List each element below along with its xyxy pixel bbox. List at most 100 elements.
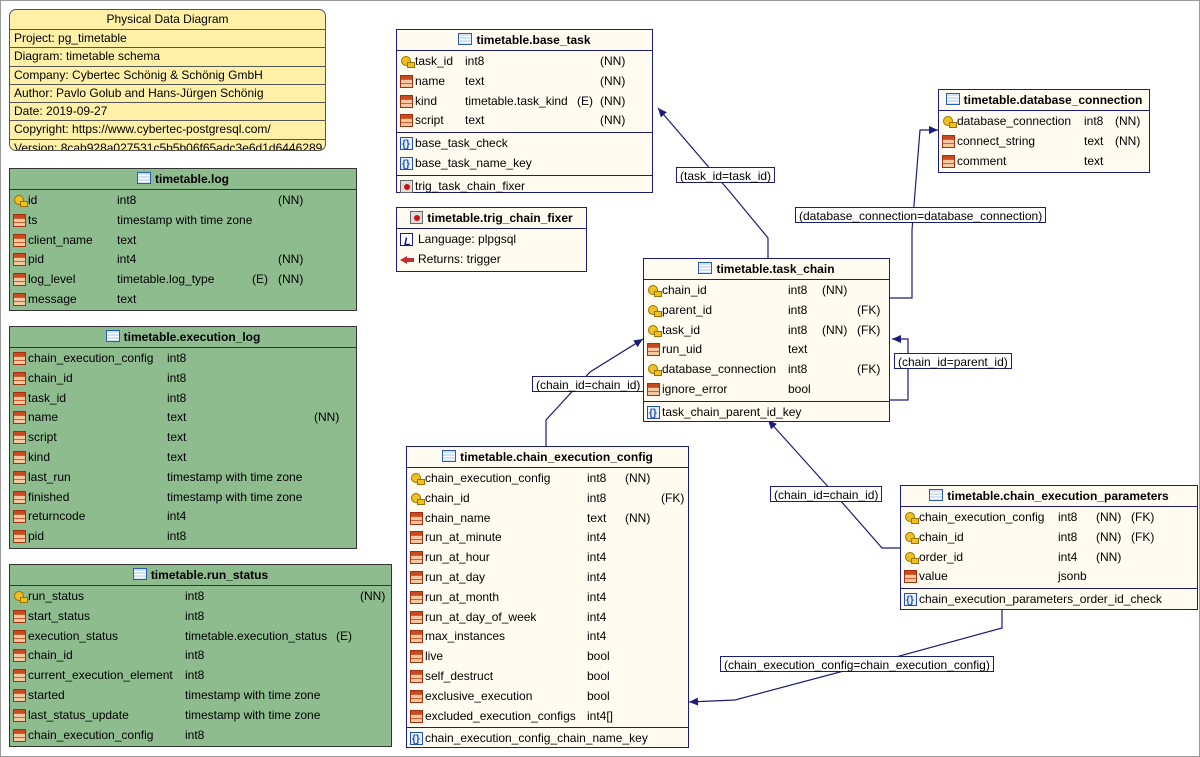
column-row[interactable]: log_level timetable.log_type (E) (NN)	[10, 270, 356, 290]
function-trig-chain-fixer[interactable]: timetable.trig_chain_fixer Language: plp…	[396, 207, 587, 272]
index-row[interactable]: chain_execution_config_chain_name_key	[407, 729, 688, 750]
column-type: text	[788, 342, 808, 357]
column-name: live	[425, 649, 444, 664]
column-icon	[410, 511, 423, 525]
index-row[interactable]: chain_execution_parameters_order_id_chec…	[901, 590, 1197, 611]
column-row[interactable]: chain_id int8 (NN)	[644, 281, 889, 301]
column-row[interactable]: run_uid text	[644, 340, 889, 360]
column-not-null-flag: (NN)	[600, 113, 626, 128]
column-row[interactable]: run_at_hour int4	[407, 548, 688, 568]
column-row[interactable]: name text (NN)	[10, 408, 356, 428]
rel-label-chain-id-config: (chain_id=chain_id)	[532, 376, 645, 392]
column-row[interactable]: message text	[10, 290, 356, 310]
column-row[interactable]: ts timestamp with time zone	[10, 211, 356, 231]
table-chain-execution-config[interactable]: timetable.chain_execution_config chain_ex…	[406, 446, 689, 750]
column-row[interactable]: script text (NN)	[397, 111, 652, 131]
column-row[interactable]: parent_id int8 (FK)	[644, 301, 889, 321]
key-icon	[13, 590, 28, 604]
column-name: comment	[957, 153, 1007, 168]
column-row[interactable]: chain_execution_config int8	[10, 726, 391, 746]
column-row[interactable]: current_execution_element int8	[10, 666, 391, 686]
column-row[interactable]: execution_status timetable.execution_stat…	[10, 627, 391, 647]
column-type: int4[]	[587, 708, 614, 723]
column-row[interactable]: order_id int4 (NN)	[901, 548, 1197, 568]
column-foreign-key-flag: (FK)	[1131, 529, 1155, 544]
index-row[interactable]: base_task_name_key	[397, 154, 652, 175]
column-row[interactable]: connect_string text (NN)	[939, 132, 1149, 152]
table-title: timetable.run_status	[10, 565, 391, 586]
column-type: int4	[587, 609, 607, 624]
column-type: int8	[788, 302, 808, 317]
column-row[interactable]: task_id int8	[10, 389, 356, 409]
column-row[interactable]: run_at_day int4	[407, 568, 688, 588]
column-not-null-flag: (NN)	[314, 410, 340, 425]
key-icon	[400, 55, 415, 69]
column-row[interactable]: started timestamp with time zone	[10, 686, 391, 706]
column-name: chain_id	[28, 370, 73, 385]
column-row[interactable]: task_id int8 (NN) (FK)	[644, 321, 889, 341]
column-row[interactable]: chain_id int8 (NN) (FK)	[901, 528, 1197, 548]
column-row[interactable]: client_name text	[10, 231, 356, 251]
column-row[interactable]: comment text	[939, 152, 1149, 172]
column-icon	[13, 728, 26, 742]
index-icon	[410, 730, 423, 750]
column-row[interactable]: last_run timestamp with time zone	[10, 468, 356, 488]
column-row[interactable]: run_at_minute int4	[407, 528, 688, 548]
column-row[interactable]: id int8 (NN)	[10, 191, 356, 211]
column-row[interactable]: exclusive_execution bool	[407, 687, 688, 707]
table-title: timetable.chain_execution_config	[407, 447, 688, 468]
table-database-connection[interactable]: timetable.database_connection database_co…	[938, 89, 1150, 173]
column-icon	[410, 689, 423, 703]
column-icon	[647, 343, 660, 357]
column-row[interactable]: kind text	[10, 448, 356, 468]
column-type: bool	[587, 688, 610, 703]
column-name: pid	[28, 252, 45, 267]
column-row[interactable]: self_destruct bool	[407, 667, 688, 687]
column-row[interactable]: chain_name text (NN)	[407, 509, 688, 529]
column-row[interactable]: returncode int4	[10, 507, 356, 527]
table-run-status[interactable]: timetable.run_status run_status int8 (NN) st…	[9, 564, 392, 747]
index-row[interactable]: base_task_check	[397, 134, 652, 155]
column-name: self_destruct	[425, 668, 494, 683]
trigger-row[interactable]: trig_task_chain_fixer	[397, 177, 652, 197]
column-row[interactable]: name text (NN)	[397, 72, 652, 92]
column-row[interactable]: finished timestamp with time zone	[10, 488, 356, 508]
column-name: finished	[28, 489, 70, 504]
column-row[interactable]: task_id int8 (NN)	[397, 52, 652, 72]
column-row[interactable]: database_connection int8 (FK)	[644, 360, 889, 380]
column-row[interactable]: chain_execution_config int8 (NN) (FK)	[901, 508, 1197, 528]
column-row[interactable]: start_status int8	[10, 607, 391, 627]
column-row[interactable]: script text	[10, 428, 356, 448]
index-row[interactable]: task_chain_parent_id_key	[644, 403, 889, 424]
column-name: script	[415, 113, 444, 128]
column-type: text	[117, 291, 137, 306]
column-row[interactable]: chain_id int8	[10, 646, 391, 666]
column-row[interactable]: ignore_error bool	[644, 380, 889, 400]
column-row[interactable]: live bool	[407, 647, 688, 667]
column-row[interactable]: run_at_day_of_week int4	[407, 608, 688, 628]
column-icon	[13, 431, 26, 445]
column-row[interactable]: chain_execution_config int8	[10, 349, 356, 369]
table-base-task[interactable]: timetable.base_task task_id int8 (NN) name te…	[396, 29, 653, 193]
table-task-chain[interactable]: timetable.task_chain chain_id int8 (NN) pare…	[643, 258, 890, 424]
column-row[interactable]: chain_id int8 (FK)	[407, 489, 688, 509]
table-chain-execution-parameters[interactable]: timetable.chain_execution_parameters chai…	[900, 485, 1198, 611]
column-row[interactable]: chain_execution_config int8 (NN)	[407, 469, 688, 489]
column-name: chain_name	[425, 510, 491, 525]
column-icon	[410, 669, 423, 683]
column-type: int4	[587, 550, 607, 565]
column-row[interactable]: last_status_update timestamp with time zo…	[10, 706, 391, 726]
table-log[interactable]: timetable.log id int8 (NN) ts timestamp with …	[9, 168, 357, 311]
table-execution-log[interactable]: timetable.execution_log chain_execution_c…	[9, 326, 357, 549]
column-row[interactable]: run_at_month int4	[407, 588, 688, 608]
column-row[interactable]: chain_id int8	[10, 369, 356, 389]
table-title-text: timetable.log	[154, 172, 229, 186]
column-row[interactable]: run_status int8 (NN)	[10, 587, 391, 607]
column-row[interactable]: value jsonb	[901, 567, 1197, 587]
column-row[interactable]: database_connection int8 (NN)	[939, 112, 1149, 132]
column-row[interactable]: kind timetable.task_kind (E) (NN)	[397, 92, 652, 112]
column-row[interactable]: pid int8	[10, 527, 356, 547]
column-row[interactable]: pid int4 (NN)	[10, 250, 356, 270]
column-row[interactable]: excluded_execution_configs int4[]	[407, 707, 688, 727]
column-row[interactable]: max_instances int4	[407, 627, 688, 647]
